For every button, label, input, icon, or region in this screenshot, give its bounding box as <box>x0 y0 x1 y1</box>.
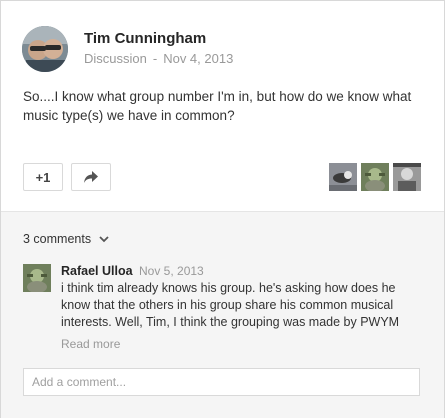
author-name[interactable]: Tim Cunningham <box>84 30 206 47</box>
author-photo <box>22 26 68 72</box>
sharer-avatar[interactable] <box>329 163 357 191</box>
chevron-down-icon <box>99 235 109 242</box>
commenter-avatar[interactable] <box>23 264 51 292</box>
commenter-name[interactable]: Rafael Ulloa <box>61 264 133 278</box>
comment-date: Nov 5, 2013 <box>139 264 204 278</box>
sharers-avatars <box>329 163 421 191</box>
sharer-photo <box>361 163 389 191</box>
post-section: Tim Cunningham Discussion - Nov 4, 2013 So… <box>1 1 444 211</box>
post-card: Tim Cunningham Discussion - Nov 4, 2013 So… <box>0 0 445 418</box>
plus-one-button[interactable]: +1 <box>23 163 63 191</box>
share-button[interactable] <box>71 163 111 191</box>
sharer-photo <box>393 163 421 191</box>
commenter-photo <box>23 264 51 292</box>
post-category[interactable]: Discussion <box>84 51 147 66</box>
sharer-avatar[interactable] <box>361 163 389 191</box>
add-comment-input[interactable] <box>23 368 420 396</box>
post-body: So....I know what group number I'm in, b… <box>23 89 412 123</box>
post-meta: Discussion - Nov 4, 2013 <box>84 51 233 66</box>
comments-toggle[interactable]: 3 comments <box>23 232 109 246</box>
read-more-link[interactable]: Read more <box>61 337 120 351</box>
comment-text: i think tim already knows his group. he'… <box>61 281 400 329</box>
post-date[interactable]: Nov 4, 2013 <box>163 51 233 66</box>
sharer-avatar[interactable] <box>393 163 421 191</box>
meta-separator: - <box>152 51 158 66</box>
sharer-photo <box>329 163 357 191</box>
share-arrow-icon <box>84 171 98 183</box>
comments-count: 3 comments <box>23 232 92 246</box>
comments-section: 3 comments Rafael Ulloa Nov 5, 2013 i th… <box>1 211 444 418</box>
author-avatar[interactable] <box>22 26 68 72</box>
